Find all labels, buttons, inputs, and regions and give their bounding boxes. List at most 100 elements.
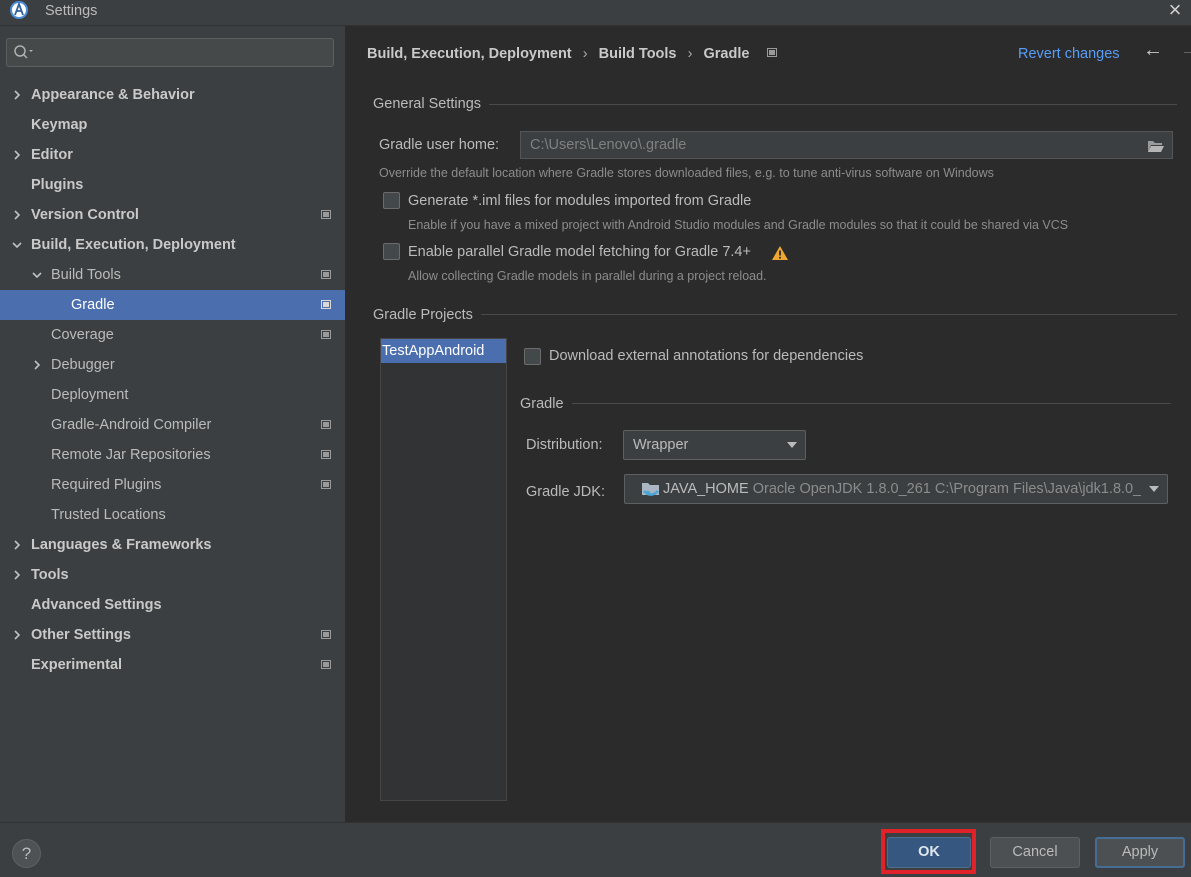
project-scope-icon	[321, 270, 331, 279]
revert-changes-link[interactable]: Revert changes	[1018, 46, 1120, 62]
generate-iml-hint: Enable if you have a mixed project with …	[408, 218, 1069, 232]
sidebar-item-label: Advanced Settings	[31, 597, 162, 613]
gradle-jdk-value: JAVA_HOME Oracle OpenJDK 1.8.0_261 C:\Pr…	[663, 481, 1149, 497]
warning-icon	[772, 246, 788, 260]
settings-content: Build, Execution, Deployment › Build Tools…	[345, 26, 1191, 822]
breadcrumb-item-build-execution-deployment[interactable]: Build, Execution, Deployment	[367, 46, 572, 62]
close-icon[interactable]: ×	[1165, 0, 1185, 21]
project-scope-icon	[321, 450, 331, 459]
sidebar-item-appearance-behavior[interactable]: Appearance & Behavior	[0, 80, 345, 110]
chevron-right-icon[interactable]	[11, 209, 23, 221]
forward-arrow-icon[interactable]: →	[1180, 39, 1191, 62]
sidebar-item-build-execution-deployment[interactable]: Build, Execution, Deployment	[0, 230, 345, 260]
cancel-button[interactable]: Cancel	[990, 837, 1080, 868]
chevron-down-icon[interactable]	[31, 269, 43, 281]
sidebar-item-coverage[interactable]: Coverage	[0, 320, 345, 350]
chevron-right-icon[interactable]	[11, 149, 23, 161]
chevron-right-icon[interactable]	[11, 539, 23, 551]
gradle-projects-list[interactable]: TestAppAndroid	[380, 338, 507, 801]
sidebar-item-label: Experimental	[31, 657, 123, 673]
sidebar-item-experimental[interactable]: Experimental	[0, 650, 345, 680]
breadcrumb-item-build-tools[interactable]: Build Tools	[599, 46, 677, 62]
breadcrumb-item-gradle: Gradle	[703, 46, 750, 62]
project-scope-icon	[767, 48, 778, 57]
chevron-right-icon[interactable]	[11, 89, 23, 101]
project-scope-icon	[321, 330, 331, 339]
distribution-value: Wrapper	[633, 437, 689, 453]
gradle-user-home-label: Gradle user home:	[379, 137, 500, 153]
breadcrumb-separator: ›	[582, 46, 588, 62]
jdk-name: JAVA_HOME	[663, 481, 749, 497]
apply-button[interactable]: Apply	[1095, 837, 1185, 868]
breadcrumb: Build, Execution, Deployment › Build Tools…	[367, 46, 778, 62]
project-scope-icon	[321, 420, 331, 429]
generate-iml-label: Generate *.iml files for modules importe…	[408, 193, 752, 209]
title-bar: Settings ×	[0, 0, 1191, 26]
jdk-detail: Oracle OpenJDK 1.8.0_261 C:\Program File…	[752, 481, 1150, 497]
download-annotations-checkbox[interactable]	[524, 348, 541, 365]
project-scope-icon	[321, 210, 331, 219]
sidebar-item-trusted-locations[interactable]: Trusted Locations	[0, 500, 345, 530]
sidebar-item-advanced-settings[interactable]: Advanced Settings	[0, 590, 345, 620]
sidebar-item-label: Keymap	[31, 117, 88, 133]
folder-icon[interactable]	[1147, 139, 1165, 153]
sidebar-item-label: Remote Jar Repositories	[51, 447, 211, 463]
section-divider	[481, 314, 1177, 315]
sidebar-item-editor[interactable]: Editor	[0, 140, 345, 170]
window-title: Settings	[45, 3, 98, 19]
sidebar-item-version-control[interactable]: Version Control	[0, 200, 345, 230]
gradle-user-home-field[interactable]: C:\Users\Lenovo\.gradle	[520, 131, 1173, 159]
chevron-right-icon[interactable]	[11, 569, 23, 581]
project-list-item[interactable]: TestAppAndroid	[381, 339, 506, 363]
sidebar-item-label: Deployment	[51, 387, 129, 403]
download-annotations-label: Download external annotations for depend…	[549, 348, 864, 364]
general-settings-title: General Settings	[373, 96, 482, 112]
project-name: TestAppAndroid	[382, 343, 485, 359]
parallel-fetching-checkbox[interactable]	[383, 243, 400, 260]
search-icon	[14, 45, 33, 59]
breadcrumb-separator: ›	[687, 46, 693, 62]
settings-sidebar: Appearance & Behavior Keymap Editor Plugins…	[0, 26, 345, 822]
chevron-right-icon[interactable]	[11, 629, 23, 641]
sidebar-item-label: Other Settings	[31, 627, 131, 643]
back-arrow-icon[interactable]: ←	[1143, 39, 1163, 62]
distribution-select[interactable]: Wrapper	[623, 430, 806, 460]
gradle-user-home-value: C:\Users\Lenovo\.gradle	[530, 137, 687, 153]
sidebar-item-label: Build, Execution, Deployment	[31, 237, 236, 253]
jdk-folder-icon	[642, 483, 659, 496]
sidebar-item-label: Plugins	[31, 177, 84, 193]
project-scope-icon	[321, 660, 331, 669]
search-input[interactable]	[6, 38, 334, 67]
parallel-fetching-hint: Allow collecting Gradle models in parall…	[408, 269, 767, 283]
sidebar-item-label: Version Control	[31, 207, 139, 223]
generate-iml-checkbox[interactable]	[383, 192, 400, 209]
gradle-section-title: Gradle	[520, 396, 564, 412]
help-button[interactable]: ?	[12, 839, 41, 868]
gradle-jdk-label: Gradle JDK:	[526, 484, 605, 500]
sidebar-item-label: Debugger	[51, 357, 115, 373]
sidebar-item-label: Languages & Frameworks	[31, 537, 212, 553]
gradle-projects-title: Gradle Projects	[373, 307, 473, 323]
ok-button-highlight-box	[881, 829, 976, 874]
gradle-jdk-select[interactable]: JAVA_HOME Oracle OpenJDK 1.8.0_261 C:\Pr…	[624, 474, 1168, 504]
gradle-user-home-hint: Override the default location where Grad…	[379, 166, 994, 180]
sidebar-item-other-settings[interactable]: Other Settings	[0, 620, 345, 650]
sidebar-item-build-tools[interactable]: Build Tools	[0, 260, 345, 290]
chevron-right-icon[interactable]	[31, 359, 43, 371]
project-scope-icon	[321, 630, 331, 639]
chevron-down-icon[interactable]	[11, 239, 23, 251]
sidebar-item-languages-frameworks[interactable]: Languages & Frameworks	[0, 530, 345, 560]
sidebar-item-label: Coverage	[51, 327, 114, 343]
sidebar-item-debugger[interactable]: Debugger	[0, 350, 345, 380]
sidebar-item-gradle[interactable]: Gradle	[0, 290, 345, 320]
sidebar-item-keymap[interactable]: Keymap	[0, 110, 345, 140]
sidebar-item-plugins[interactable]: Plugins	[0, 170, 345, 200]
sidebar-item-tools[interactable]: Tools	[0, 560, 345, 590]
sidebar-item-remote-jar-repositories[interactable]: Remote Jar Repositories	[0, 440, 345, 470]
sidebar-item-deployment[interactable]: Deployment	[0, 380, 345, 410]
chevron-down-icon	[787, 442, 797, 448]
sidebar-item-label: Build Tools	[51, 267, 121, 283]
sidebar-item-label: Tools	[31, 567, 69, 583]
sidebar-item-required-plugins[interactable]: Required Plugins	[0, 470, 345, 500]
sidebar-item-gradle-android-compiler[interactable]: Gradle-Android Compiler	[0, 410, 345, 440]
